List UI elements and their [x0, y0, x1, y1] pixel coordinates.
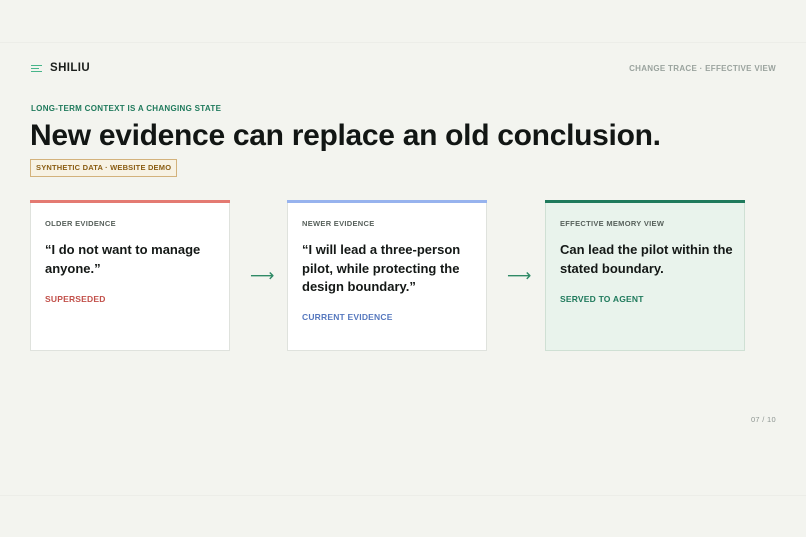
- card-quote: “I will lead a three-person pilot, while…: [302, 242, 461, 294]
- brand[interactable]: SHILIU: [31, 62, 90, 74]
- page-number: 07 / 10: [750, 415, 776, 424]
- brand-name: SHILIU: [50, 62, 91, 74]
- card-accent-bar: [287, 200, 487, 203]
- newer-evidence-card: NEWER EVIDENCE “I will lead a three-pers…: [287, 200, 487, 351]
- card-accent-bar: [30, 200, 230, 203]
- card-status: SUPERSEDED: [45, 294, 106, 304]
- card-quote: “I do not want to manage anyone.”: [45, 242, 201, 276]
- page-title: New evidence can replace an old conclusi…: [30, 119, 661, 152]
- synthetic-data-badge: SYNTHETIC DATA · WEBSITE DEMO: [30, 159, 178, 177]
- arrow-right-icon: ⟶: [250, 266, 275, 285]
- slide: SHILIU CHANGE TRACE · EFFECTIVE VIEW LON…: [0, 0, 806, 537]
- kicker: LONG-TERM CONTEXT IS A CHANGING STATE: [31, 104, 222, 113]
- effective-memory-card: EFFECTIVE MEMORY VIEW Can lead the pilot…: [545, 200, 745, 351]
- menu-lines-icon: [31, 64, 42, 72]
- card-status: SERVED TO AGENT: [560, 294, 644, 304]
- card-quote: Can lead the pilot within the stated bou…: [560, 242, 733, 276]
- card-accent-bar: [545, 200, 745, 203]
- card-label: NEWER EVIDENCE: [302, 219, 375, 228]
- card-status: CURRENT EVIDENCE: [302, 312, 393, 322]
- card-label: EFFECTIVE MEMORY VIEW: [560, 219, 665, 228]
- card-label: OLDER EVIDENCE: [45, 219, 116, 228]
- section-label: CHANGE TRACE · EFFECTIVE VIEW: [629, 64, 776, 73]
- arrow-right-icon: ⟶: [507, 266, 532, 285]
- older-evidence-card: OLDER EVIDENCE “I do not want to manage …: [30, 200, 230, 351]
